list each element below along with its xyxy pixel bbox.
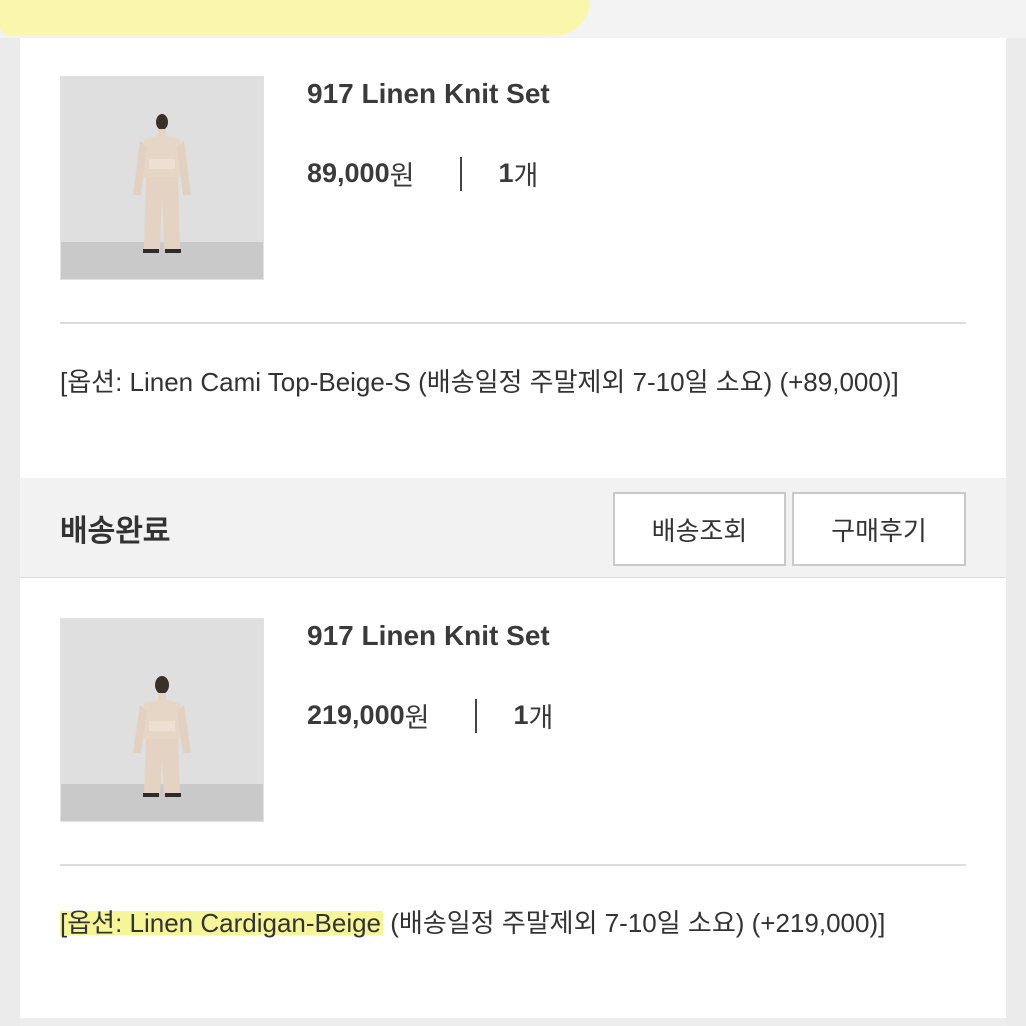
section-gap (20, 1018, 1006, 1026)
product-thumbnail[interactable] (60, 618, 264, 822)
separator (460, 156, 463, 191)
separator (475, 698, 478, 733)
model-photo (61, 619, 263, 821)
order-detail-page: 917 Linen Knit Set 89,000 원 1 개 [옵션: Lin… (0, 0, 1026, 1026)
write-review-button[interactable]: 구매후기 (792, 492, 966, 566)
option-name-highlighted: [옵션: Linen Cardigan-Beige (60, 908, 384, 938)
quantity-unit: 개 (513, 161, 539, 191)
option-name: [옵션: Linen Cami Top-Beige-S (60, 367, 411, 397)
option-details: (배송일정 주말제외 7-10일 소요) (+89,000)] (410, 367, 899, 397)
price-value: 219,000 (307, 700, 405, 730)
price-unit: 원 (389, 161, 415, 191)
order-item-card: 917 Linen Knit Set 219,000 원 1 개 [옵션: Li… (20, 578, 1006, 1018)
order-item-card: 917 Linen Knit Set 89,000 원 1 개 [옵션: Lin… (20, 38, 1006, 478)
price-value: 89,000 (307, 158, 390, 188)
product-name[interactable]: 917 Linen Knit Set (307, 620, 550, 652)
divider (60, 864, 966, 866)
product-name[interactable]: 917 Linen Knit Set (307, 78, 550, 110)
price-unit: 원 (404, 703, 430, 733)
divider (60, 322, 966, 324)
track-delivery-button[interactable]: 배송조회 (613, 492, 786, 566)
quantity-unit: 개 (528, 703, 554, 733)
product-thumbnail[interactable] (60, 76, 264, 280)
price-quantity-row: 89,000 원 1 개 (307, 154, 538, 193)
model-photo (61, 77, 263, 279)
price-quantity-row: 219,000 원 1 개 (307, 696, 553, 735)
delivery-status: 배송완료 (60, 515, 171, 548)
option-details: (배송일정 주말제외 7-10일 소요) (+219,000)] (383, 908, 886, 938)
option-text: [옵션: Linen Cami Top-Beige-S (배송일정 주말제외 7… (60, 363, 960, 402)
quantity-value: 1 (513, 700, 529, 730)
quantity-value: 1 (498, 158, 514, 188)
option-text: [옵션: Linen Cardigan-Beige (배송일정 주말제외 7-1… (60, 904, 960, 943)
delivery-status-bar: 배송완료 배송조회 구매후기 (20, 478, 1006, 578)
highlighter-mark (0, 0, 590, 36)
